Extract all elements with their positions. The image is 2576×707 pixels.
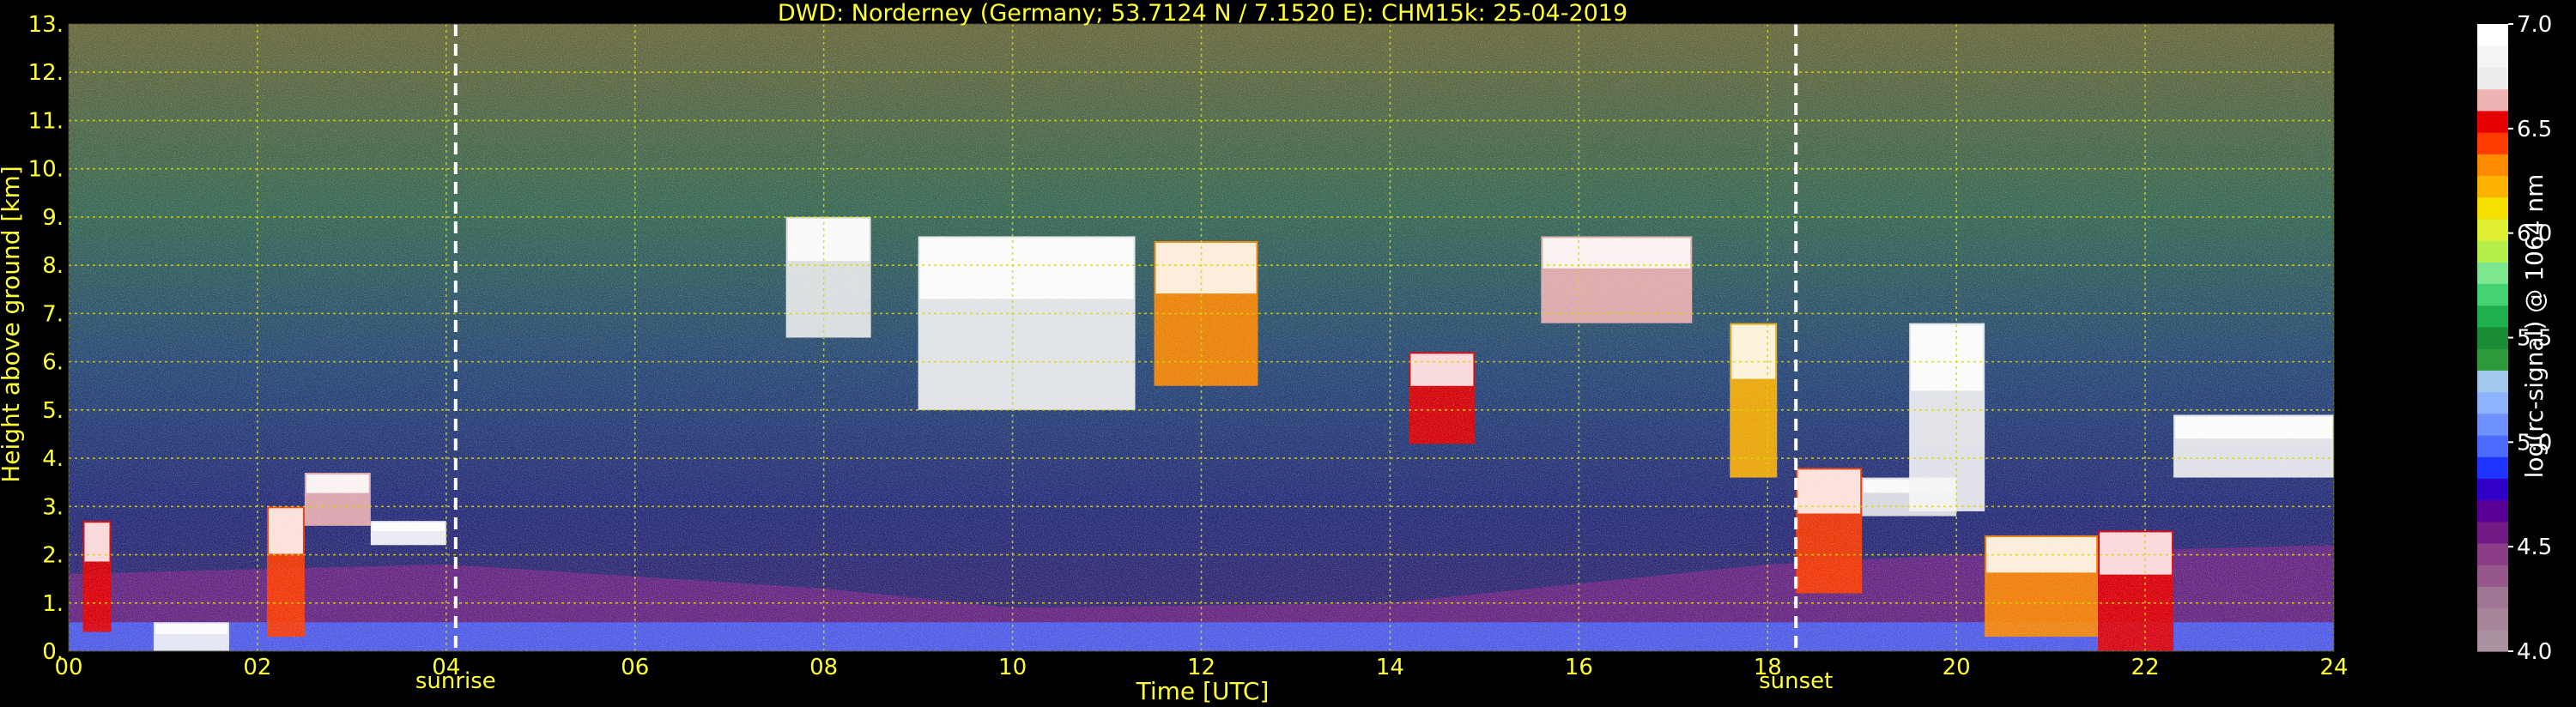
colorbar-swatch xyxy=(2477,262,2508,285)
colorbar-swatch xyxy=(2477,45,2508,69)
colorbar-swatch xyxy=(2477,196,2508,220)
colorbar-swatch xyxy=(2477,565,2508,587)
colorbar-swatch xyxy=(2477,218,2508,241)
x-tick-label: 06 xyxy=(621,655,649,680)
colorbar-swatch xyxy=(2477,110,2508,133)
y-tick-label: 0. xyxy=(42,639,64,665)
chart-title: DWD: Norderney (Germany; 53.7124 N / 7.1… xyxy=(778,0,1627,27)
y-tick-label: 7. xyxy=(42,301,64,327)
colorbar-swatch xyxy=(2477,478,2508,501)
colorbar-swatch xyxy=(2477,370,2508,393)
colorbar-swatch xyxy=(2477,24,2508,46)
colorbar-tick-label: 7.0 xyxy=(2517,12,2552,38)
y-tick-label: 4. xyxy=(42,446,64,472)
sun-marker-label: sunrise xyxy=(415,668,496,694)
colorbar-tick-label: 6.5 xyxy=(2517,117,2552,142)
x-axis-label: Time [UTC] xyxy=(1136,677,1270,705)
colorbar-swatch xyxy=(2477,542,2508,565)
colorbar-swatch xyxy=(2477,175,2508,198)
y-axis-ticks: 0. 1. 2. 3. 4. 5. 6. 7. 8. 9. 10. 11. 12. 13. xyxy=(28,12,64,665)
y-tick-label: 1. xyxy=(42,591,64,617)
y-tick-label: 3. xyxy=(42,494,64,520)
ceilometer-chart: 00 02 04 06 08 10 12 14 16 18 20 22 24 0.1.2.3.4.5.6… xyxy=(0,0,2552,705)
colorbar-swatch xyxy=(2477,586,2508,609)
colorbar-tick-label: 4.5 xyxy=(2517,535,2552,560)
y-tick-label: 2. xyxy=(42,543,64,569)
y-tick-label: 12. xyxy=(28,60,64,86)
x-tick-label: 24 xyxy=(2319,655,2348,680)
y-tick-label: 9. xyxy=(42,205,64,231)
x-tick-label: 14 xyxy=(1376,655,1404,680)
x-tick-label: 22 xyxy=(2131,655,2160,680)
x-tick-label: 16 xyxy=(1565,655,1593,680)
x-tick-label: 02 xyxy=(243,655,271,680)
colorbar-swatch xyxy=(2477,629,2508,652)
x-tick-label: 20 xyxy=(1943,655,1971,680)
colorbar-label: log(rc-signal) @ 1064 nm xyxy=(2520,174,2549,479)
colorbar-swatch xyxy=(2477,456,2508,479)
colorbar-tick-label: 4.0 xyxy=(2517,639,2552,665)
y-tick-label: 11. xyxy=(28,108,64,134)
x-tick-label: 08 xyxy=(809,655,838,680)
colorbar-swatch xyxy=(2477,326,2508,349)
y-tick-label: 10. xyxy=(28,157,64,183)
colorbar-swatch xyxy=(2477,132,2508,154)
colorbar-swatch xyxy=(2477,305,2508,328)
colorbar-swatch xyxy=(2477,413,2508,436)
colorbar-swatch xyxy=(2477,283,2508,306)
colorbar-swatch xyxy=(2477,499,2508,523)
colorbar-swatch xyxy=(2477,88,2508,112)
x-tick-label: 10 xyxy=(998,655,1027,680)
plot-area xyxy=(69,24,2334,651)
y-tick-label: 13. xyxy=(28,12,64,38)
y-axis-label: Height above ground [km] xyxy=(0,166,25,483)
colorbar-swatch xyxy=(2477,607,2508,631)
y-tick-label: 8. xyxy=(42,253,64,279)
colorbar-swatch xyxy=(2477,67,2508,90)
colorbar-swatch xyxy=(2477,348,2508,371)
colorbar-swatch xyxy=(2477,154,2508,177)
y-tick-label: 5. xyxy=(42,398,64,424)
colorbar-swatch xyxy=(2477,391,2508,414)
sun-marker-label: sunset xyxy=(1759,668,1833,694)
y-tick-label: 6. xyxy=(42,350,64,376)
colorbar xyxy=(2477,24,2508,652)
colorbar-swatch xyxy=(2477,434,2508,457)
colorbar-swatch xyxy=(2477,240,2508,263)
colorbar-swatch xyxy=(2477,521,2508,544)
